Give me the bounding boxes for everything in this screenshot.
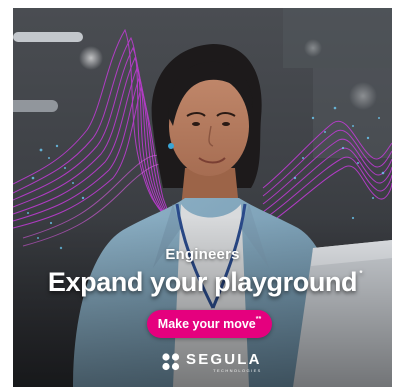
headline-block: Engineers Expand your playground * (13, 246, 392, 298)
make-your-move-button[interactable]: Make your move** (147, 310, 272, 338)
brand-name: SEGULA (186, 350, 262, 368)
cta-label: Make your move (157, 317, 256, 331)
headline-footnote-mark: * (359, 269, 363, 278)
segula-logo-mark-icon (162, 353, 180, 371)
segula-logo[interactable]: SEGULA TECHNOLOGIES (161, 350, 262, 374)
brand-subline: TECHNOLOGIES (213, 367, 262, 373)
eyebrow-text: Engineers (165, 246, 240, 263)
headline-text: Expand your playground * (47, 267, 363, 298)
logo-wordmark: SEGULA TECHNOLOGIES (186, 352, 262, 373)
cta-footnote-mark: ** (255, 316, 262, 323)
headline-label: Expand your playground (47, 267, 358, 297)
display-ad[interactable]: Engineers Expand your playground * Make y… (13, 8, 392, 387)
